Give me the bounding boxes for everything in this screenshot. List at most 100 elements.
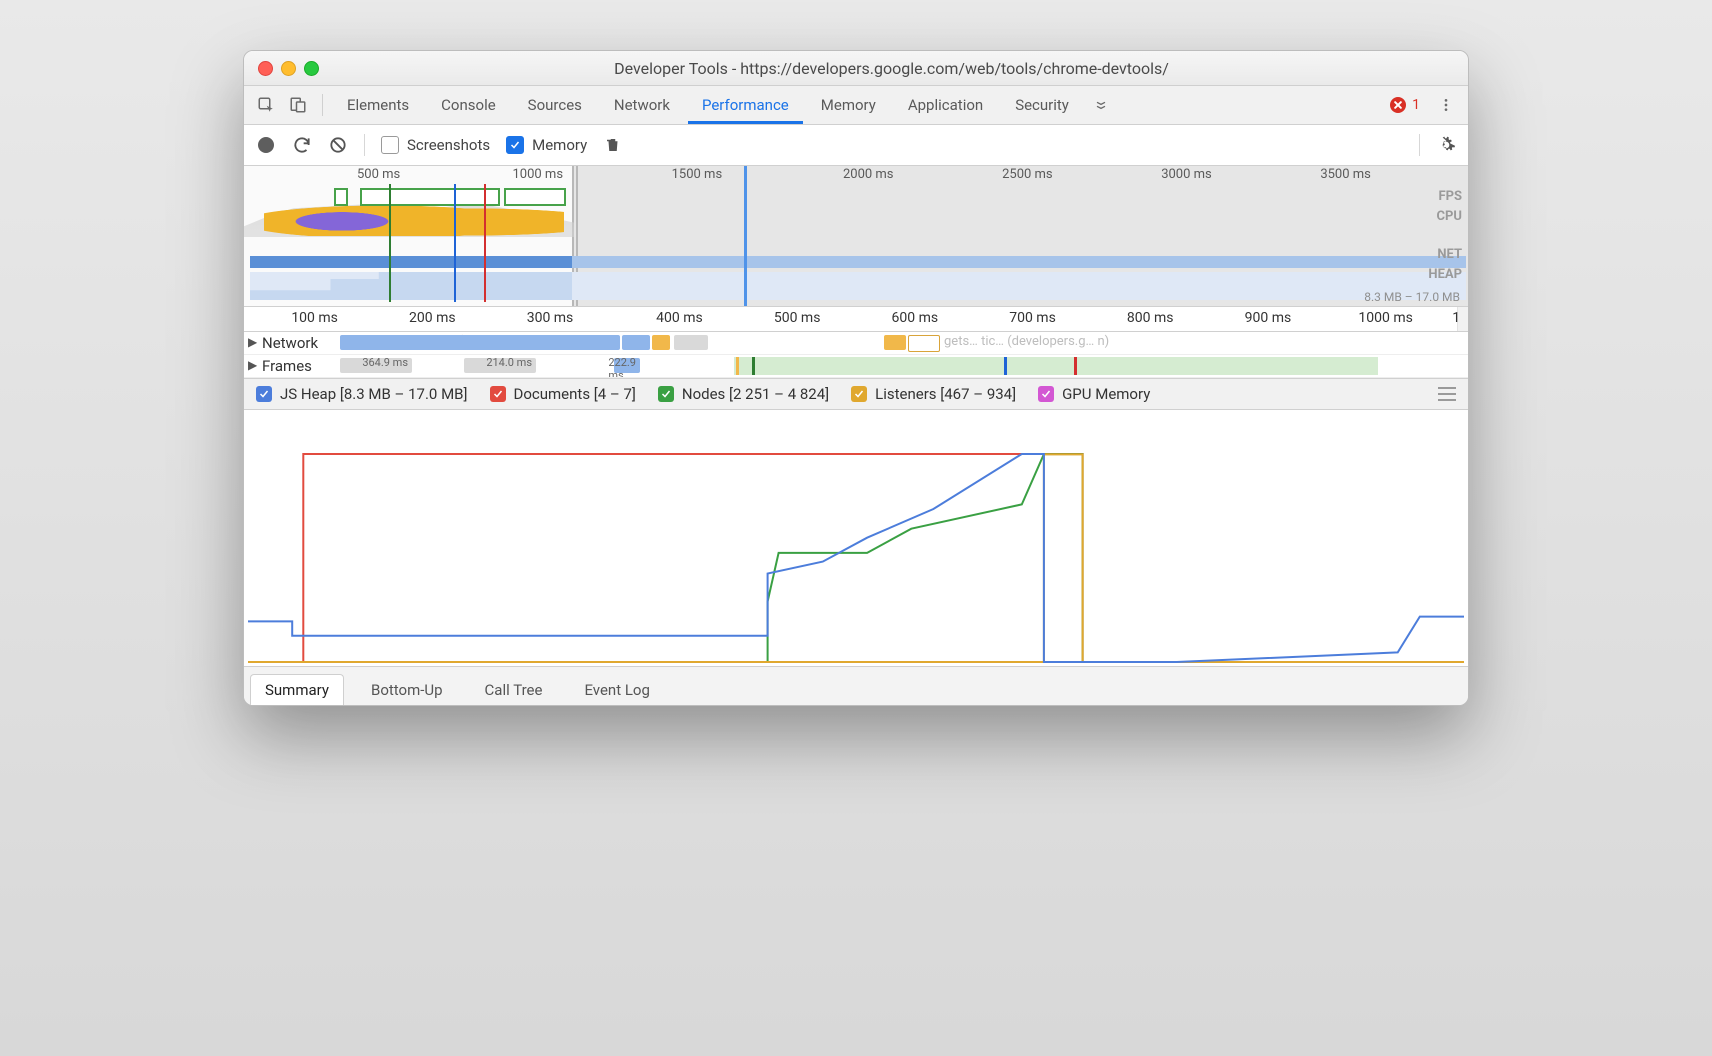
- legend-label: Nodes [2 251 – 4 824]: [682, 385, 829, 403]
- legend-item[interactable]: JS Heap [8.3 MB – 17.0 MB]: [256, 385, 468, 403]
- overview-canvas: [244, 166, 1468, 306]
- legend-item[interactable]: Nodes [2 251 – 4 824]: [658, 385, 829, 403]
- tab-memory[interactable]: Memory: [807, 86, 890, 124]
- heap-range-label: 8.3 MB – 17.0 MB: [1364, 290, 1460, 304]
- chart-series-js-heap: [248, 454, 1464, 662]
- delete-recording-button[interactable]: [603, 135, 623, 155]
- disclosure-triangle-icon[interactable]: ▶: [248, 335, 257, 349]
- traffic-lights: [258, 61, 319, 76]
- details-tab-bottom-up[interactable]: Bottom-Up: [356, 674, 458, 705]
- error-icon: [1390, 97, 1406, 113]
- perf-toolbar: Screenshots Memory: [244, 125, 1468, 166]
- legend-swatch-icon: [851, 386, 867, 402]
- zoom-window-button[interactable]: [304, 61, 319, 76]
- minimize-window-button[interactable]: [281, 61, 296, 76]
- chart-series-nodes: [248, 454, 1464, 662]
- cpu-activity: [264, 201, 564, 236]
- tab-console[interactable]: Console: [427, 86, 510, 124]
- tab-security[interactable]: Security: [1001, 86, 1083, 124]
- legend-swatch-icon: [1038, 386, 1054, 402]
- marker-red: [484, 184, 486, 302]
- legend-label: JS Heap [8.3 MB – 17.0 MB]: [280, 385, 468, 403]
- frame-bar[interactable]: 214.0 ms: [464, 358, 536, 373]
- network-request-bar[interactable]: [674, 335, 708, 350]
- more-tabs-chevron-icon[interactable]: [1087, 91, 1115, 119]
- tab-elements[interactable]: Elements: [333, 86, 423, 124]
- legend-item[interactable]: Listeners [467 – 934]: [851, 385, 1016, 403]
- settings-gear-icon[interactable]: [1436, 135, 1456, 155]
- legend-swatch-icon: [256, 386, 272, 402]
- overview-lane-labels: FPS CPU NET HEAP: [1428, 188, 1462, 286]
- devtools-tabbar: ElementsConsoleSourcesNetworkPerformance…: [244, 86, 1468, 125]
- net-lane: [250, 256, 1466, 268]
- legend-menu-icon[interactable]: [1438, 387, 1456, 401]
- fps-bar: [360, 188, 500, 206]
- devtools-window: Developer Tools - https://developers.goo…: [243, 50, 1469, 706]
- legend-label: Documents [4 – 7]: [514, 385, 636, 403]
- network-request-bar[interactable]: [908, 335, 940, 352]
- detail-tick: 900 ms: [1245, 310, 1292, 326]
- checkbox-checked-icon: [506, 136, 524, 154]
- detail-tick: 600 ms: [892, 310, 939, 326]
- screenshots-label: Screenshots: [407, 136, 490, 154]
- network-request-bar[interactable]: [340, 335, 620, 350]
- track-label: Frames: [262, 357, 312, 375]
- memory-chart[interactable]: [244, 410, 1468, 667]
- clear-button[interactable]: [328, 135, 348, 155]
- error-count: 1: [1412, 97, 1420, 113]
- detail-tick: 200 ms: [409, 310, 456, 326]
- overview-panel[interactable]: 500 ms1000 ms1500 ms2000 ms2500 ms3000 m…: [244, 166, 1468, 307]
- frames-strip[interactable]: [734, 357, 1378, 375]
- legend-swatch-icon: [658, 386, 674, 402]
- network-request-bar[interactable]: [652, 335, 670, 350]
- track-network[interactable]: ▶ Network lopers.google.com/ (developers…: [244, 332, 1468, 355]
- kebab-menu-icon[interactable]: [1432, 91, 1460, 119]
- inspect-icon[interactable]: [252, 91, 280, 119]
- heap-lane: [250, 272, 1466, 300]
- reload-record-button[interactable]: [292, 135, 312, 155]
- error-count-badge[interactable]: 1: [1390, 97, 1420, 113]
- record-button[interactable]: [256, 135, 276, 155]
- memory-toggle[interactable]: Memory: [506, 136, 587, 154]
- detail-tick: 1000 ms: [1358, 310, 1412, 326]
- screenshots-toggle[interactable]: Screenshots: [381, 136, 490, 154]
- tab-performance[interactable]: Performance: [688, 86, 803, 124]
- details-tab-summary[interactable]: Summary: [250, 674, 344, 705]
- divider: [364, 134, 365, 156]
- close-window-button[interactable]: [258, 61, 273, 76]
- detail-tick: 1: [1452, 310, 1460, 326]
- tab-sources[interactable]: Sources: [514, 86, 596, 124]
- network-request-bar[interactable]: [884, 335, 906, 350]
- tab-network[interactable]: Network: [600, 86, 684, 124]
- divider: [322, 94, 323, 116]
- legend-label: Listeners [467 – 934]: [875, 385, 1016, 403]
- legend-item[interactable]: GPU Memory: [1038, 385, 1150, 403]
- checkbox-icon: [381, 136, 399, 154]
- disclosure-triangle-icon[interactable]: ▶: [248, 358, 257, 372]
- fps-bar: [334, 188, 348, 206]
- flamechart-tracks[interactable]: ▶ Network lopers.google.com/ (developers…: [244, 332, 1468, 378]
- chart-series-listeners: [248, 454, 1464, 662]
- overview-playhead[interactable]: [744, 166, 747, 306]
- device-toolbar-icon[interactable]: [284, 91, 312, 119]
- detail-tick: 800 ms: [1127, 310, 1174, 326]
- detail-ruler[interactable]: 100 ms200 ms300 ms400 ms500 ms600 ms700 …: [244, 307, 1468, 332]
- tab-application[interactable]: Application: [894, 86, 997, 124]
- details-tab-call-tree[interactable]: Call Tree: [470, 674, 558, 705]
- legend-item[interactable]: Documents [4 – 7]: [490, 385, 636, 403]
- macos-titlebar: Developer Tools - https://developers.goo…: [244, 51, 1468, 86]
- detail-tick: 500 ms: [774, 310, 821, 326]
- memory-label: Memory: [532, 136, 587, 154]
- memory-legend: JS Heap [8.3 MB – 17.0 MB] Documents [4 –…: [244, 378, 1468, 410]
- frame-bar[interactable]: 222.9 ms: [614, 358, 640, 373]
- window-title: Developer Tools - https://developers.goo…: [329, 59, 1454, 78]
- track-frames[interactable]: ▶ Frames 364.9 ms 214.0 ms 222.9 ms: [244, 355, 1468, 378]
- marker-blue: [454, 184, 456, 302]
- divider: [1419, 134, 1420, 156]
- details-tab-event-log[interactable]: Event Log: [569, 674, 664, 705]
- detail-tick: 700 ms: [1009, 310, 1056, 326]
- details-tabbar: Summary Bottom-Up Call Tree Event Log: [244, 667, 1468, 705]
- detail-tick: 400 ms: [656, 310, 703, 326]
- frame-bar[interactable]: 364.9 ms: [340, 358, 412, 373]
- network-request-bar[interactable]: [622, 335, 650, 350]
